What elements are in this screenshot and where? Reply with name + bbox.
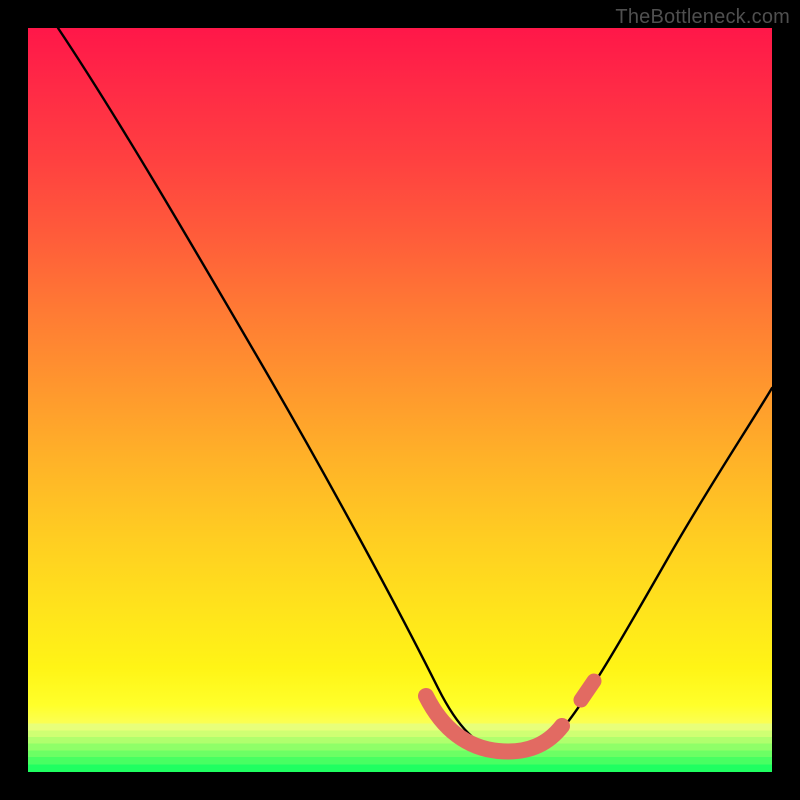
watermark-text: TheBottleneck.com [615, 6, 790, 29]
bottleneck-curve-line [58, 28, 772, 752]
chart-frame: TheBottleneck.com [0, 0, 800, 800]
chart-svg [28, 28, 772, 772]
optimal-zone-marker-tick [581, 681, 594, 700]
